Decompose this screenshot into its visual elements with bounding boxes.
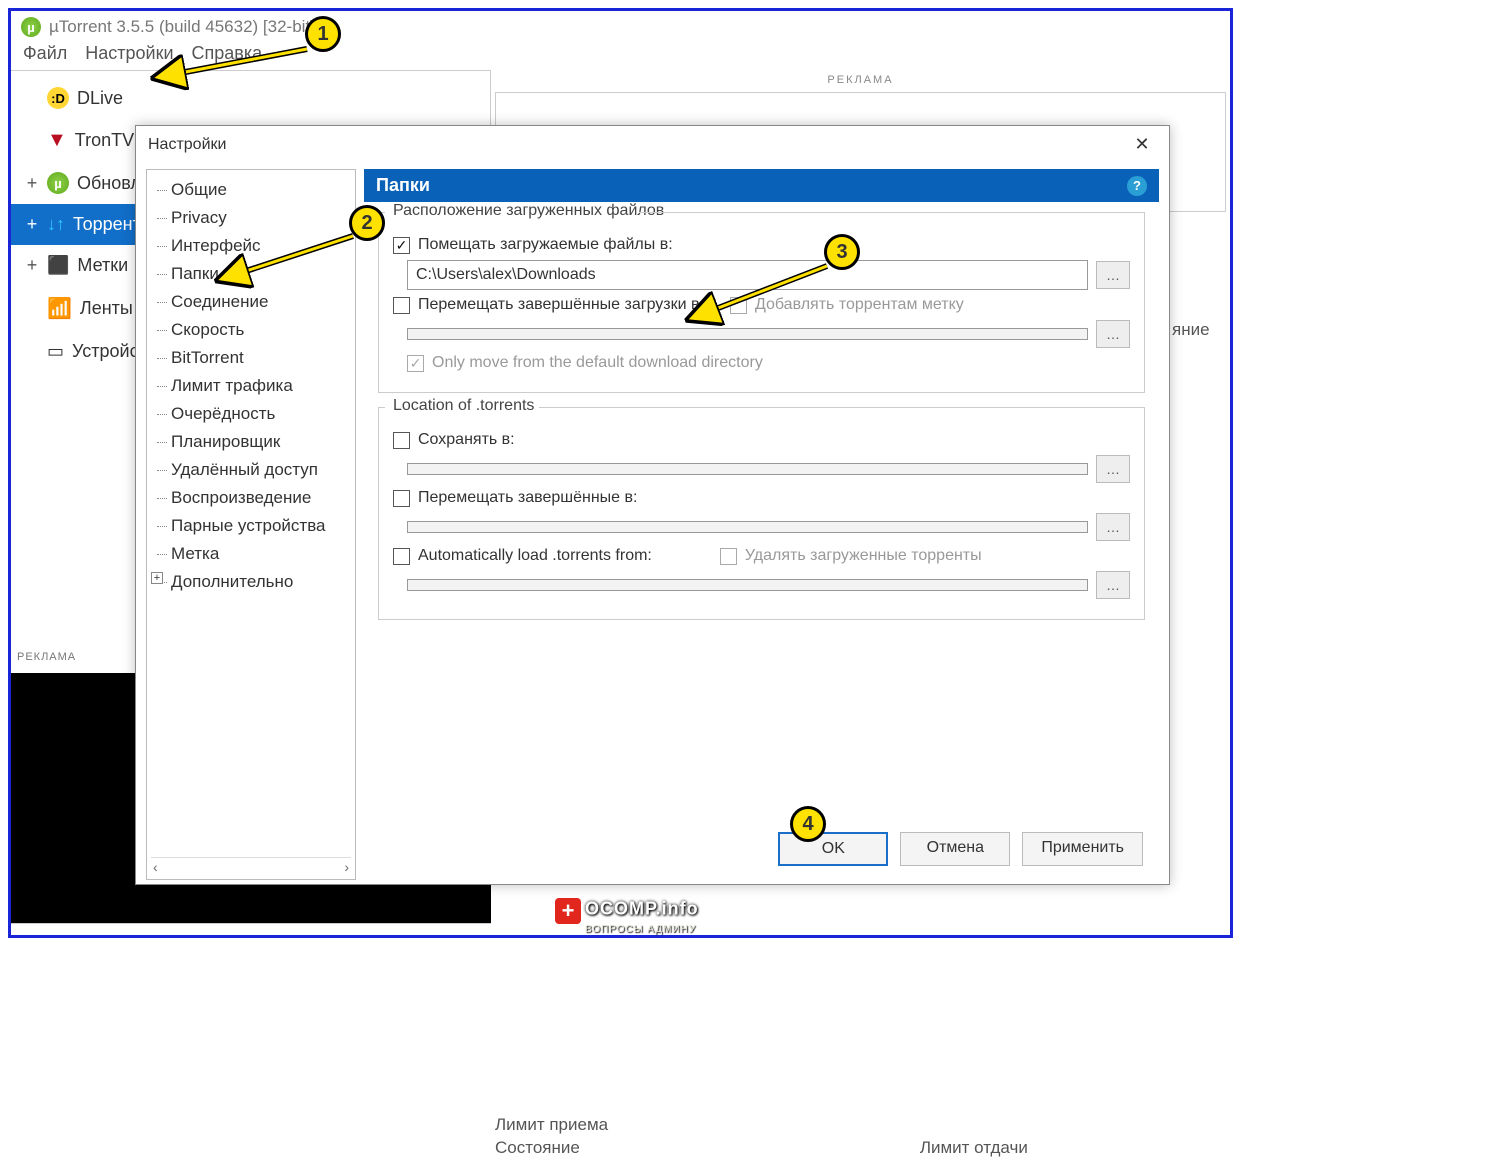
ads-label: РЕКЛАМА [17,651,76,663]
browse-button[interactable]: … [1096,455,1130,483]
help-icon[interactable]: ? [1127,176,1147,196]
checkbox-store-torrents[interactable] [393,432,410,449]
callout-2: 2 [349,205,385,241]
tree-item-privacy[interactable]: Privacy [151,204,351,232]
callout-1: 1 [305,16,341,52]
updown-arrows-icon [47,214,65,235]
tree-item-playback[interactable]: Воспроизведение [151,484,351,512]
label-delete-loaded: Удалять загруженные торренты [745,547,982,565]
label-move-completed: Перемещать завершённые загрузки в: [418,296,704,314]
apply-button[interactable]: Применить [1022,832,1143,866]
tree-horizontal-scrollbar[interactable]: ‹› [151,857,351,875]
group-legend: Расположение загруженных файлов [387,202,670,220]
group-torrents-location: Location of .torrents Сохранять в: … Пер… [378,407,1145,620]
close-button[interactable]: ✕ [1127,134,1157,155]
checkbox-autoload[interactable] [393,548,410,565]
plus-icon[interactable]: + [151,572,163,584]
ads-label-top: РЕКЛАМА [491,70,1230,90]
browse-button[interactable]: … [1096,571,1130,599]
tron-icon: ▼ [47,129,67,152]
input-completed-path [407,328,1088,340]
status-label-state: Состояние [495,1138,580,1158]
utorrent-small-icon: µ [47,172,69,194]
browse-button[interactable]: … [1096,320,1130,348]
checkbox-move-completed[interactable] [393,297,410,314]
tree-item-connection[interactable]: Соединение [151,288,351,316]
menu-settings[interactable]: Настройки [85,43,173,64]
menu-file[interactable]: Файл [23,43,67,64]
status-label-upload: Лимит отдачи [920,1138,1028,1158]
tree-item-scheduler[interactable]: Планировщик [151,428,351,456]
input-move-torrents-path [407,521,1088,533]
watermark: +OCOMP.info ВОПРОСЫ АДМИНУ [555,898,699,935]
input-store-path [407,463,1088,475]
sidebar-item-label: TronTV [75,130,134,151]
arrow-1 [172,45,312,88]
tree-item-speed[interactable]: Скорость [151,316,351,344]
tree-item-bittorrent[interactable]: BitTorrent [151,344,351,372]
tree-item-label[interactable]: Метка [151,540,351,568]
utorrent-icon: µ [21,17,41,37]
callout-4: 4 [790,806,826,842]
label-only-move-default: Only move from the default download dire… [432,354,763,372]
sidebar-item-label: Метки [77,255,128,276]
label-store-torrents: Сохранять в: [418,431,515,449]
panel-header: Папки ? [364,169,1159,202]
browse-button[interactable]: … [1096,513,1130,541]
dialog-title: Настройки [148,136,226,154]
truncated-column-text: яние [1172,320,1210,340]
device-icon [47,341,64,362]
arrow-2 [235,232,360,285]
tree-item-general[interactable]: Общие [151,176,351,204]
window-titlebar: µ µTorrent 3.5.5 (build 45632) [32-bit] [11,11,1230,39]
rss-icon: 📶 [47,296,72,321]
sidebar-item-label: DLive [77,88,123,109]
cancel-button[interactable]: Отмена [900,832,1010,866]
checkbox-move-torrents[interactable] [393,490,410,507]
window-title: µTorrent 3.5.5 (build 45632) [32-bit] [49,17,315,37]
panel-title: Папки [376,175,430,196]
callout-3: 3 [824,234,860,270]
label-move-torrents: Перемещать завершённые в: [418,489,637,507]
checkbox-delete-loaded [720,548,737,565]
expand-icon[interactable]: + [25,255,39,276]
tree-item-remote[interactable]: Удалённый доступ [151,456,351,484]
expand-icon[interactable]: + [25,214,39,235]
browse-button[interactable]: … [1096,261,1130,289]
checkbox-put-new[interactable] [393,237,410,254]
arrow-3 [705,262,835,321]
status-label-limit: Лимит приема [495,1115,608,1135]
label-icon [47,255,69,276]
sidebar-item-label: Ленты [80,298,133,319]
label-put-new: Помещать загружаемые файлы в: [418,236,673,254]
expand-icon[interactable]: + [25,173,39,194]
input-autoload-path [407,579,1088,591]
label-autoload: Automatically load .torrents from: [418,547,652,565]
tree-item-bandwidth[interactable]: Лимит трафика [151,372,351,400]
tree-item-advanced[interactable]: +Дополнительно [151,568,351,596]
checkbox-only-move-default [407,355,424,372]
tree-item-queue[interactable]: Очерёдность [151,400,351,428]
tree-item-paired[interactable]: Парные устройства [151,512,351,540]
dlive-icon: :D [47,87,69,109]
group-legend: Location of .torrents [387,397,540,415]
